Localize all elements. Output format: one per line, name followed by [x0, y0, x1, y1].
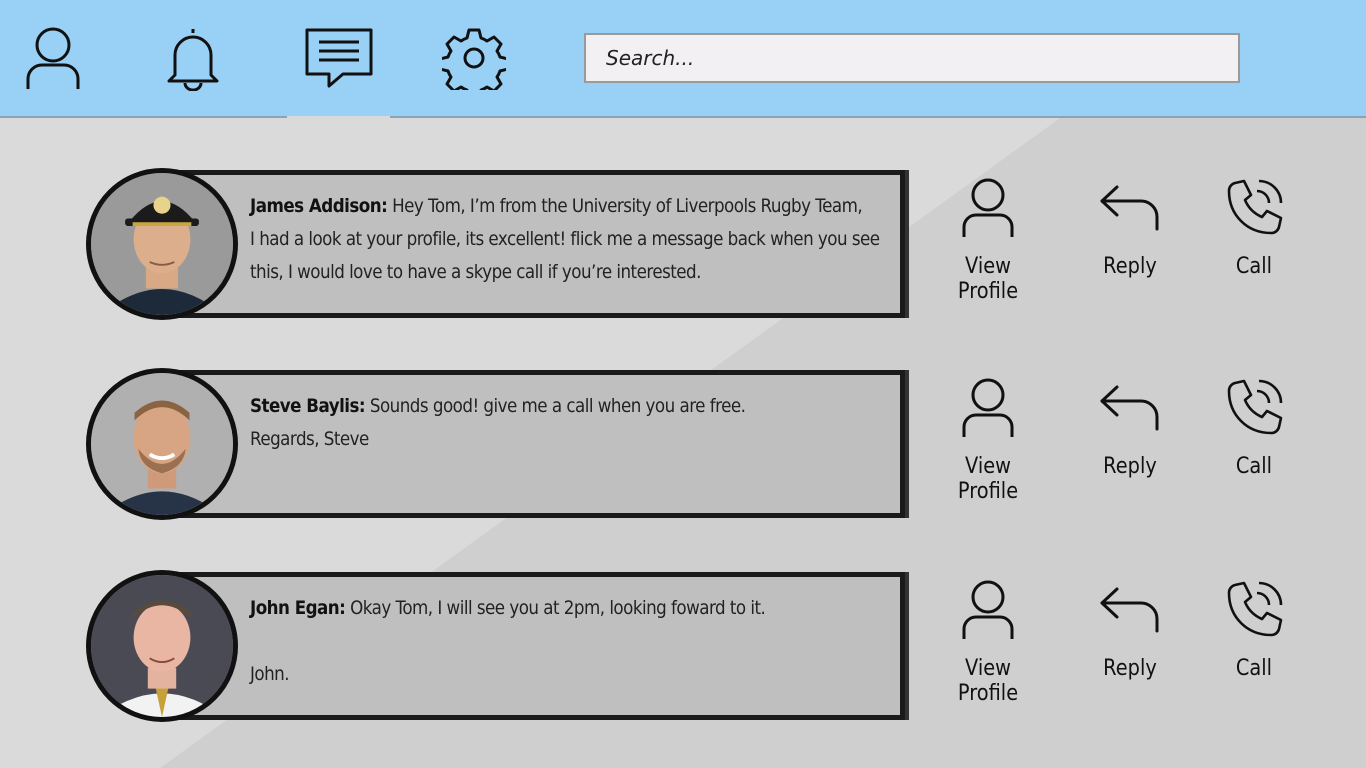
sender-name: Steve Baylis:	[250, 395, 366, 417]
profile-icon	[928, 376, 1048, 440]
message-row: John Egan: Okay Tom, I will see you at 2…	[86, 570, 1366, 722]
reply-icon	[1070, 376, 1190, 440]
phone-icon	[1194, 578, 1314, 642]
sender-name: John Egan:	[250, 597, 346, 619]
message-text: Steve Baylis: Sounds good! give me a cal…	[250, 390, 901, 456]
message-line: I had a look at your profile, its excell…	[250, 228, 880, 250]
reply-label: Reply	[1103, 254, 1157, 279]
avatar[interactable]	[86, 570, 238, 722]
gear-icon[interactable]	[438, 22, 510, 94]
reply-icon	[1070, 176, 1190, 240]
phone-icon	[1194, 176, 1314, 240]
message-icon[interactable]	[303, 22, 375, 94]
message-text: James Addison: Hey Tom, I’m from the Uni…	[250, 190, 901, 289]
message-line	[250, 625, 901, 658]
bell-icon[interactable]	[157, 22, 229, 94]
profile-icon	[928, 578, 1048, 642]
view-profile-button[interactable]: View Profile	[928, 570, 1048, 722]
view-profile-button[interactable]: View Profile	[928, 168, 1048, 320]
phone-icon	[1194, 376, 1314, 440]
message-text: John Egan: Okay Tom, I will see you at 2…	[250, 592, 901, 691]
call-button[interactable]: Call	[1194, 368, 1314, 520]
avatar[interactable]	[86, 168, 238, 320]
sender-name: James Addison:	[250, 195, 388, 217]
reply-label: Reply	[1103, 656, 1157, 681]
call-button[interactable]: Call	[1194, 570, 1314, 722]
user-icon[interactable]	[17, 22, 89, 94]
reply-button[interactable]: Reply	[1070, 570, 1190, 722]
active-tab-indicator	[287, 116, 390, 120]
reply-button[interactable]: Reply	[1070, 368, 1190, 520]
message-line: John Egan: Okay Tom, I will see you at 2…	[250, 597, 766, 619]
message-line: James Addison: Hey Tom, I’m from the Uni…	[250, 195, 863, 217]
search-input[interactable]	[584, 33, 1240, 83]
reply-button[interactable]: Reply	[1070, 168, 1190, 320]
call-button[interactable]: Call	[1194, 168, 1314, 320]
top-navigation-bar	[0, 0, 1366, 118]
view-profile-label: View Profile	[957, 656, 1019, 706]
call-label: Call	[1235, 656, 1273, 681]
view-profile-button[interactable]: View Profile	[928, 368, 1048, 520]
message-line: Steve Baylis: Sounds good! give me a cal…	[250, 395, 746, 417]
reply-label: Reply	[1103, 454, 1157, 479]
call-label: Call	[1235, 254, 1273, 279]
profile-icon	[928, 176, 1048, 240]
reply-icon	[1070, 578, 1190, 642]
message-row: Steve Baylis: Sounds good! give me a cal…	[86, 368, 1366, 520]
message-line: this, I would love to have a skype call …	[250, 261, 701, 283]
avatar[interactable]	[86, 368, 238, 520]
view-profile-label: View Profile	[957, 254, 1019, 304]
message-line: Regards, Steve	[250, 428, 369, 450]
call-label: Call	[1235, 454, 1273, 479]
message-row: James Addison: Hey Tom, I’m from the Uni…	[86, 168, 1366, 320]
view-profile-label: View Profile	[957, 454, 1019, 504]
message-line: John.	[250, 663, 290, 685]
